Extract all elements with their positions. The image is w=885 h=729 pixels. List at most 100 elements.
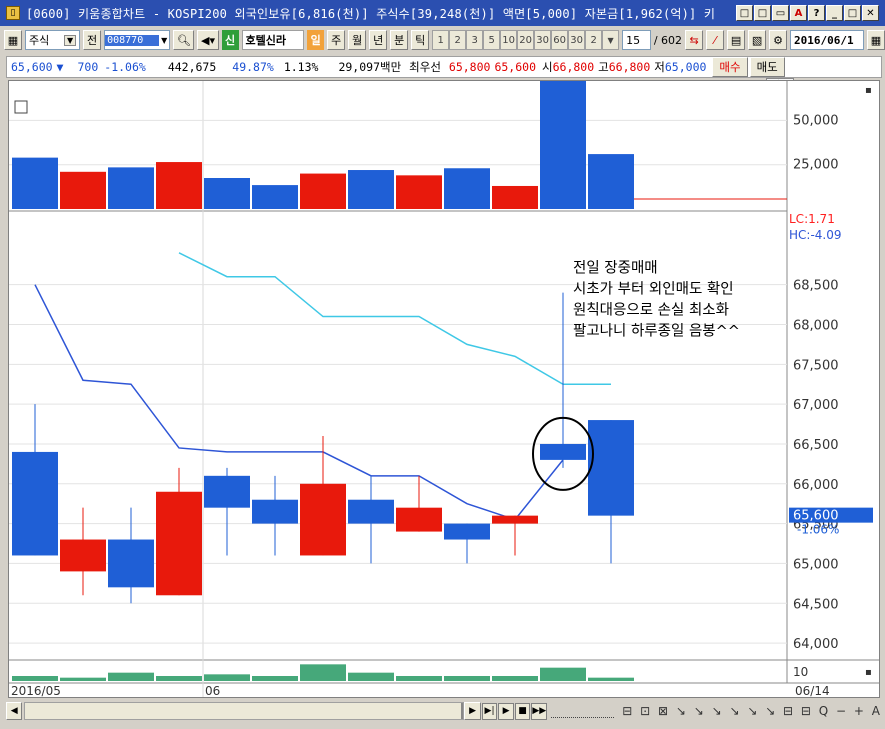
volume-bar — [444, 168, 490, 209]
scroll-left-button[interactable]: ◀ — [6, 702, 23, 720]
price-tick-label: 67,500 — [793, 358, 839, 373]
volume-bar — [396, 175, 442, 209]
candle-body — [588, 420, 634, 516]
drawing-tools[interactable]: ⊟ ⊡ ⊠ ↘ ↘ ↘ ↘ ↘ ↘ ⊟ ⊟ Q − + A — [622, 704, 882, 718]
interval-button[interactable]: 5 — [483, 30, 501, 50]
volume-bar — [204, 178, 250, 209]
overlay-icon[interactable]: ▤ — [727, 30, 746, 50]
volume-bar — [60, 171, 106, 209]
period-month-tab[interactable]: 월 — [348, 30, 367, 50]
interval-button[interactable]: 20 — [517, 30, 535, 50]
interval-button[interactable]: 1 — [432, 30, 450, 50]
period-tick-tab[interactable]: 틱 — [411, 30, 430, 50]
prev-toggle[interactable]: 전 — [83, 30, 102, 50]
chart-svg[interactable]: 50,000 25,000 ▪ 68,500 68,000 67,500 67,000 66,… — [9, 72, 879, 698]
period-year-tab[interactable]: 년 — [369, 30, 388, 50]
period-day-tab[interactable]: 일 — [307, 30, 325, 50]
annotation-text: 시초가 부터 외인매도 확인 — [573, 281, 734, 298]
indicator-bar — [12, 676, 58, 681]
candle-body — [492, 515, 538, 524]
period-week-tab[interactable]: 주 — [327, 30, 346, 50]
annotation-text: 팔고나니 하루종일 음봉^^ — [573, 323, 740, 340]
scroll-right-button[interactable]: ▶ — [464, 702, 481, 720]
fast-forward-button[interactable]: ▶▶ — [531, 702, 548, 720]
indicator-icon[interactable]: ⇆ — [685, 30, 704, 50]
grid-icon[interactable]: ▦ — [4, 30, 22, 50]
low-label: 저 — [654, 60, 665, 74]
annotation-text: 전일 장중매매 — [573, 260, 658, 277]
chart-type-icon[interactable]: ▧ — [748, 30, 767, 50]
close-button[interactable]: ✕ — [862, 5, 879, 21]
search-icon[interactable]: 🔍︎ — [173, 30, 195, 50]
trend-icon[interactable]: ⁄ — [706, 30, 725, 50]
candle-body — [156, 491, 202, 596]
interval-button[interactable]: 30 — [534, 30, 552, 50]
font-icon[interactable]: A — [790, 5, 807, 21]
current-price-label: 65,600 — [793, 509, 839, 524]
interval-button[interactable]: 30 — [568, 30, 586, 50]
interval-button[interactable]: 10 — [500, 30, 518, 50]
price-tick-label: 68,500 — [793, 279, 839, 294]
stop-button[interactable]: ■ — [514, 702, 531, 720]
minimize-button[interactable]: _ — [826, 5, 843, 21]
interval-buttons: 1 2 3 5 10 20 30 60 30 2 ▼ — [432, 30, 620, 50]
direction-icon: ▼ — [56, 60, 64, 74]
chevron-down-icon[interactable]: ▼ — [602, 30, 620, 50]
layout-icon[interactable]: □ — [736, 5, 753, 21]
stock-code-input[interactable]: 008770 ▼ — [104, 30, 171, 50]
stock-code-value: 008770 — [105, 34, 160, 46]
sell-button[interactable]: 매도 — [749, 57, 785, 77]
price-tick-label: 66,000 — [793, 478, 839, 493]
candle-body — [60, 539, 106, 572]
interval-button[interactable]: 2 — [449, 30, 467, 50]
chart-area[interactable]: 50,000 25,000 ▪ 68,500 68,000 67,500 67,000 66,… — [8, 72, 880, 698]
step-forward-button[interactable]: ▶| — [481, 702, 498, 720]
volume-bar — [108, 167, 154, 209]
scroll-thumb[interactable] — [461, 703, 464, 719]
indicator-bar — [60, 677, 106, 681]
candle-body — [252, 499, 298, 524]
x-axis-label: 06/14 — [795, 684, 830, 697]
credit-tag: 신 — [221, 30, 239, 50]
best-ask: 65,800 — [448, 60, 491, 74]
current-change-label: -1.06% — [797, 523, 839, 537]
price-tick-label: 65,000 — [793, 557, 839, 572]
count-total: / 602 — [653, 33, 683, 47]
ratio-1: 49.87% — [232, 60, 274, 74]
indicator-bar — [108, 672, 154, 681]
best-label: 최우선 — [409, 60, 441, 74]
link-icon[interactable]: ▭ — [772, 5, 789, 21]
annotation-text: 원칙대응으로 손실 최소화 — [573, 302, 729, 319]
maximize-button[interactable]: □ — [844, 5, 861, 21]
x-axis-label: 2016/05 — [11, 684, 61, 697]
price-tick-label: 64,000 — [793, 637, 839, 652]
gear-icon[interactable]: ⚙ — [769, 30, 788, 50]
calendar-icon[interactable]: ▦ — [866, 30, 885, 50]
candle-body — [300, 483, 346, 556]
indicator-bar — [492, 676, 538, 681]
volume-bar — [492, 185, 538, 209]
dock-icon[interactable]: □ — [754, 5, 771, 21]
interval-button[interactable]: 2 — [585, 30, 603, 50]
indicator-bar — [444, 676, 490, 681]
volume-bar — [300, 173, 346, 209]
chevron-down-icon: ▼ — [161, 35, 168, 45]
zoom-slider[interactable] — [551, 704, 615, 718]
date-input[interactable]: 2016/06/1 — [790, 30, 864, 50]
market-type-select[interactable]: 주식 ▼ — [25, 30, 81, 50]
horizontal-scrollbar[interactable] — [24, 702, 465, 720]
play-button[interactable]: ▶ — [498, 702, 514, 720]
indicator-bar — [348, 672, 394, 681]
help-icon[interactable]: ? — [808, 5, 825, 21]
indicator-tick-label: 10 — [793, 665, 808, 679]
count-input[interactable]: 15 — [622, 30, 651, 50]
candle-body — [108, 539, 154, 588]
interval-button[interactable]: 60 — [551, 30, 569, 50]
panel-close-icon: ▪ — [865, 85, 872, 96]
buy-button[interactable]: 매수 — [712, 57, 748, 77]
speaker-icon[interactable]: ◀▾ — [197, 30, 219, 50]
volume-bar — [156, 162, 202, 209]
interval-button[interactable]: 3 — [466, 30, 484, 50]
period-minute-tab[interactable]: 분 — [390, 30, 409, 50]
candle-body — [12, 451, 58, 556]
